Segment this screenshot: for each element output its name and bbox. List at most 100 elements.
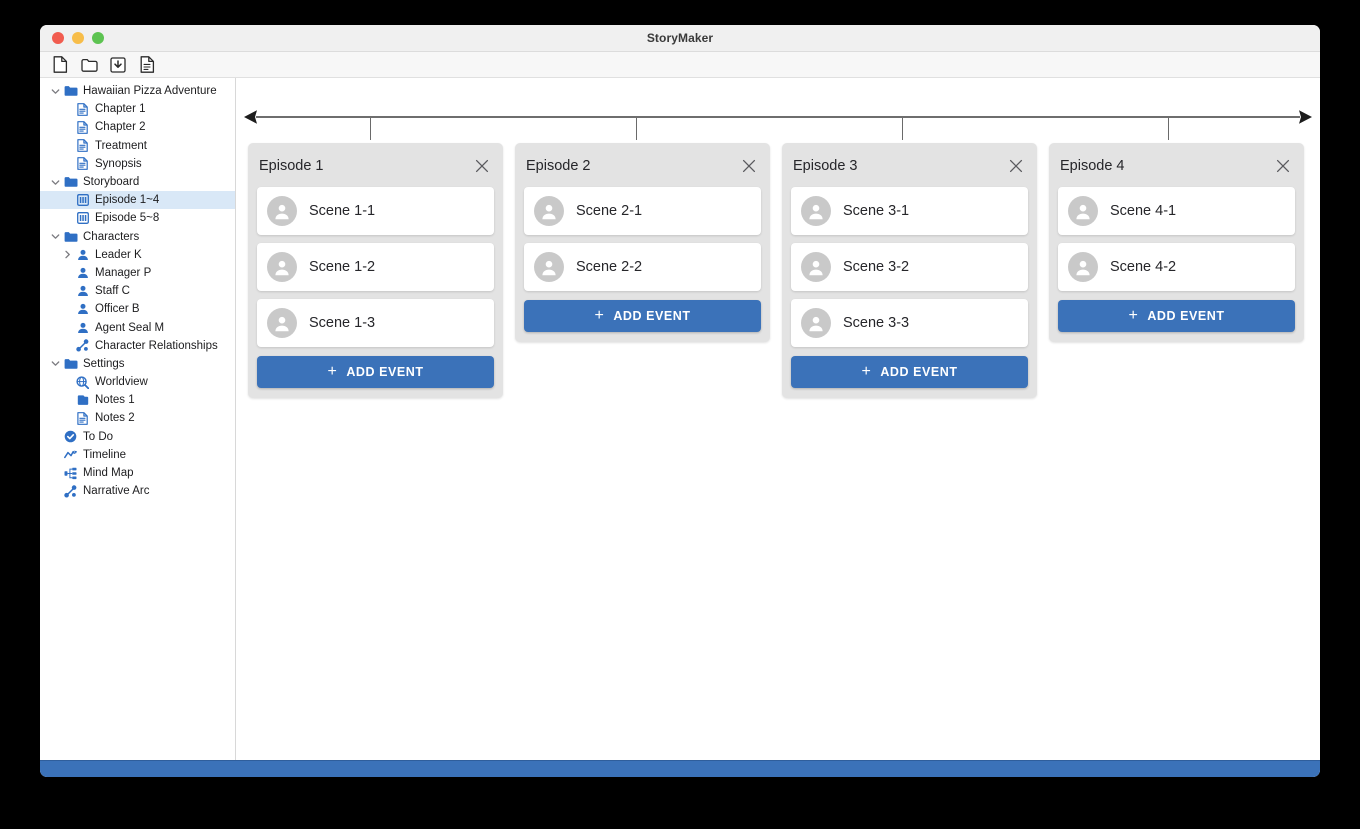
minimize-window-button[interactable] — [72, 32, 84, 44]
scene-card[interactable]: Scene 2-1 — [524, 187, 761, 235]
sidebar-tree[interactable]: Hawaiian Pizza Adventure Chapter 1 Chapter… — [40, 78, 236, 760]
avatar-icon — [534, 196, 564, 226]
new-file-icon[interactable] — [50, 55, 70, 75]
scene-card[interactable]: Scene 2-2 — [524, 243, 761, 291]
toolbar — [40, 52, 1320, 78]
sidebar-item-leader-k[interactable]: Leader K — [40, 246, 235, 264]
avatar-icon — [267, 308, 297, 338]
chevron-right-icon[interactable] — [60, 250, 74, 259]
sidebar-item-narrative-arc[interactable]: Narrative Arc — [40, 482, 235, 500]
add-event-label: ADD EVENT — [613, 309, 691, 323]
plus-icon: + — [861, 363, 872, 380]
chevron-down-icon[interactable] — [48, 87, 62, 96]
sidebar-item-officer-b[interactable]: Officer B — [40, 300, 235, 318]
close-icon[interactable] — [472, 156, 492, 176]
scene-list: Scene 3-1 Scene 3-2 Scene 3-3 — [791, 187, 1028, 347]
sidebar-item-characters[interactable]: Characters — [40, 228, 235, 246]
scene-label: Scene 1-3 — [309, 315, 376, 331]
sidebar-item-episode-1-4[interactable]: Episode 1~4 — [40, 191, 235, 210]
sidebar-item-synopsis[interactable]: Synopsis — [40, 155, 235, 173]
scene-card[interactable]: Scene 3-2 — [791, 243, 1028, 291]
sidebar-item-staff-c[interactable]: Staff C — [40, 282, 235, 300]
scene-list: Scene 2-1 Scene 2-2 — [524, 187, 761, 291]
scene-card[interactable]: Scene 1-3 — [257, 299, 494, 347]
sidebar-item-settings[interactable]: Settings — [40, 355, 235, 373]
episode-header: Episode 4 — [1058, 152, 1295, 178]
add-event-button[interactable]: + ADD EVENT — [524, 300, 761, 332]
scene-card[interactable]: Scene 1-1 — [257, 187, 494, 235]
scene-card[interactable]: Scene 3-3 — [791, 299, 1028, 347]
scene-label: Scene 1-2 — [309, 259, 376, 275]
sidebar-item-label: Worldview — [95, 376, 148, 389]
scene-card[interactable]: Scene 3-1 — [791, 187, 1028, 235]
sidebar-item-label: Characters — [83, 230, 140, 243]
scene-list: Scene 4-1 Scene 4-2 — [1058, 187, 1295, 291]
avatar-icon — [801, 252, 831, 282]
arrow-right-icon — [1296, 109, 1312, 125]
sidebar-item-storyboard[interactable]: Storyboard — [40, 173, 235, 191]
add-event-button[interactable]: + ADD EVENT — [257, 356, 494, 388]
storyboard-icon — [74, 194, 91, 207]
mindmap-icon — [62, 467, 79, 480]
person-icon — [74, 267, 91, 279]
episode-title: Episode 1 — [259, 158, 324, 174]
sidebar-item-manager-p[interactable]: Manager P — [40, 264, 235, 282]
scene-label: Scene 2-1 — [576, 203, 643, 219]
sidebar-item-hawaiian-pizza-adventure[interactable]: Hawaiian Pizza Adventure — [40, 82, 235, 100]
close-icon[interactable] — [1273, 156, 1293, 176]
chevron-down-icon[interactable] — [48, 359, 62, 368]
sidebar-item-label: Notes 1 — [95, 394, 135, 407]
sidebar-item-character-relationships[interactable]: Character Relationships — [40, 337, 235, 355]
person-icon — [74, 249, 91, 261]
scene-card[interactable]: Scene 4-2 — [1058, 243, 1295, 291]
worldview-icon — [74, 375, 91, 389]
chevron-down-icon[interactable] — [48, 232, 62, 241]
scene-list: Scene 1-1 Scene 1-2 Scene 1-3 — [257, 187, 494, 347]
zoom-window-button[interactable] — [92, 32, 104, 44]
scene-card[interactable]: Scene 1-2 — [257, 243, 494, 291]
sidebar-item-treatment[interactable]: Treatment — [40, 137, 235, 155]
scene-label: Scene 3-3 — [843, 315, 910, 331]
doc-icon — [74, 412, 91, 425]
close-window-button[interactable] — [52, 32, 64, 44]
sidebar-item-notes-1[interactable]: Notes 1 — [40, 391, 235, 409]
scene-label: Scene 4-2 — [1110, 259, 1177, 275]
sidebar-item-label: Narrative Arc — [83, 485, 150, 498]
sidebar-item-agent-seal-m[interactable]: Agent Seal M — [40, 318, 235, 336]
avatar-icon — [267, 252, 297, 282]
sidebar-item-timeline[interactable]: Timeline — [40, 446, 235, 464]
app-window: StoryMaker Hawaiian Pizza Adventure Chap… — [40, 25, 1320, 777]
avatar-icon — [267, 196, 297, 226]
sidebar-item-label: Officer B — [95, 303, 140, 316]
axis-tick — [636, 118, 638, 140]
folder-icon — [62, 85, 79, 97]
add-event-button[interactable]: + ADD EVENT — [1058, 300, 1295, 332]
sidebar-item-label: Hawaiian Pizza Adventure — [83, 85, 217, 98]
sidebar-item-mind-map[interactable]: Mind Map — [40, 464, 235, 482]
folder-icon — [62, 231, 79, 243]
sidebar-item-to-do[interactable]: To Do — [40, 428, 235, 446]
check-circle-icon — [62, 430, 79, 443]
sidebar-item-chapter-2[interactable]: Chapter 2 — [40, 118, 235, 136]
timeline-icon — [62, 449, 79, 460]
storyboard-icon — [74, 212, 91, 225]
add-event-button[interactable]: + ADD EVENT — [791, 356, 1028, 388]
sidebar-item-chapter-1[interactable]: Chapter 1 — [40, 100, 235, 118]
open-folder-icon[interactable] — [79, 55, 99, 75]
sidebar-item-notes-2[interactable]: Notes 2 — [40, 409, 235, 427]
episode-card: Episode 3 Scene 3-1 Scene 3-2 Scene 3-3 + ADD… — [782, 143, 1037, 398]
close-icon[interactable] — [739, 156, 759, 176]
save-icon[interactable] — [108, 55, 128, 75]
title-bar: StoryMaker — [40, 25, 1320, 52]
avatar-icon — [1068, 252, 1098, 282]
axis-tick — [370, 118, 372, 140]
sidebar-item-worldview[interactable]: Worldview — [40, 373, 235, 391]
sidebar-item-label: To Do — [83, 430, 114, 443]
doc-icon — [74, 157, 91, 171]
close-icon[interactable] — [1006, 156, 1026, 176]
chevron-down-icon[interactable] — [48, 178, 62, 187]
sidebar-item-episode-5-8[interactable]: Episode 5~8 — [40, 209, 235, 227]
episode-card: Episode 2 Scene 2-1 Scene 2-2 + ADD EVENT — [515, 143, 770, 342]
document-icon[interactable] — [137, 55, 157, 75]
scene-card[interactable]: Scene 4-1 — [1058, 187, 1295, 235]
